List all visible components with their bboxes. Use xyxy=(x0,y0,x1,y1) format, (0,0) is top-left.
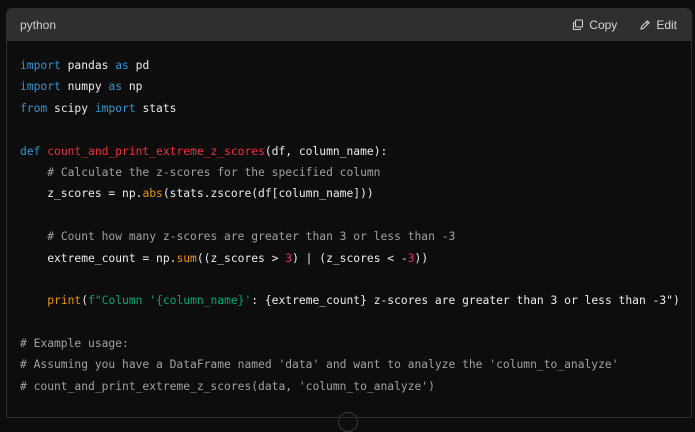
code-token: # Assuming you have a DataFrame named 'd… xyxy=(20,358,619,372)
code-token: as xyxy=(115,59,129,72)
code-token: (stats.zscore(df[column_name])) xyxy=(162,187,374,201)
copy-button-label: Copy xyxy=(589,18,618,32)
code-line: import pandas as pd xyxy=(20,55,691,76)
code-block: python Copy Edit import pandas as pd imp… xyxy=(6,8,692,418)
edit-button[interactable]: Edit xyxy=(639,18,677,32)
code-actions: Copy Edit xyxy=(572,18,677,32)
code-token: (df, column_name): xyxy=(264,144,388,158)
code-line: extreme_count = np.sum((z_scores > 3) | … xyxy=(20,248,691,269)
code-token: extreme_count = np. xyxy=(20,251,177,265)
code-token: import xyxy=(20,59,61,72)
code-token: 3 xyxy=(407,251,415,265)
code-token: # count_and_print_extreme_z_scores(data,… xyxy=(20,379,435,393)
code-token: : {extreme_count} z-scores are greater t… xyxy=(251,294,680,308)
scroll-down-button[interactable] xyxy=(338,412,358,432)
code-token: # Example usage: xyxy=(20,337,129,351)
code-token: ) | (z_scores < - xyxy=(292,251,408,265)
code-token: sum xyxy=(176,251,197,265)
code-token: np xyxy=(122,80,143,94)
code-token: def xyxy=(20,144,41,158)
code-line: # Count how many z-scores are greater th… xyxy=(20,226,691,247)
code-line: import numpy as np xyxy=(20,76,691,97)
code-line: # Calculate the z-scores for the specifi… xyxy=(20,162,691,183)
code-token: pandas xyxy=(60,59,116,72)
code-token: pd xyxy=(128,59,150,72)
code-token: f"Column '{column_name}' xyxy=(88,294,252,308)
code-line: # count_and_print_extreme_z_scores(data,… xyxy=(20,376,691,397)
edit-button-label: Edit xyxy=(656,18,677,32)
copy-icon xyxy=(572,19,584,31)
code-token: stats xyxy=(135,101,177,115)
code-token: import xyxy=(20,80,61,94)
code-token: from xyxy=(20,101,48,115)
code-token: print xyxy=(47,294,82,308)
code-token: scipy xyxy=(47,101,95,115)
code-token: z_scores = np. xyxy=(20,187,143,201)
code-token: ((z_scores > xyxy=(196,251,286,265)
language-label: python xyxy=(20,18,57,32)
code-token: )) xyxy=(414,251,429,265)
code-line: def count_and_print_extreme_z_scores(df,… xyxy=(20,141,691,162)
code-line: print(f"Column '{column_name}': {extreme… xyxy=(20,290,691,311)
code-block-header: python Copy Edit xyxy=(7,9,691,41)
code-token: abs xyxy=(142,187,163,201)
code-token: import xyxy=(94,101,136,115)
copy-button[interactable]: Copy xyxy=(572,18,617,32)
code-token: # Count how many z-scores are greater th… xyxy=(47,230,456,244)
pencil-icon xyxy=(639,19,651,31)
code-token: as xyxy=(108,80,123,94)
code-token: # Calculate the z-scores for the specifi… xyxy=(47,165,381,179)
code-token: numpy xyxy=(60,80,109,94)
code-line: # Assuming you have a DataFrame named 'd… xyxy=(20,354,691,375)
code-content: import pandas as pd import numpy as np fro… xyxy=(7,41,691,397)
code-line: # Example usage: xyxy=(20,333,691,354)
code-token: count_and_print_extreme_z_scores xyxy=(47,144,265,158)
code-line: z_scores = np.abs(stats.zscore(df[column… xyxy=(20,183,691,204)
code-line: from scipy import stats xyxy=(20,98,691,119)
